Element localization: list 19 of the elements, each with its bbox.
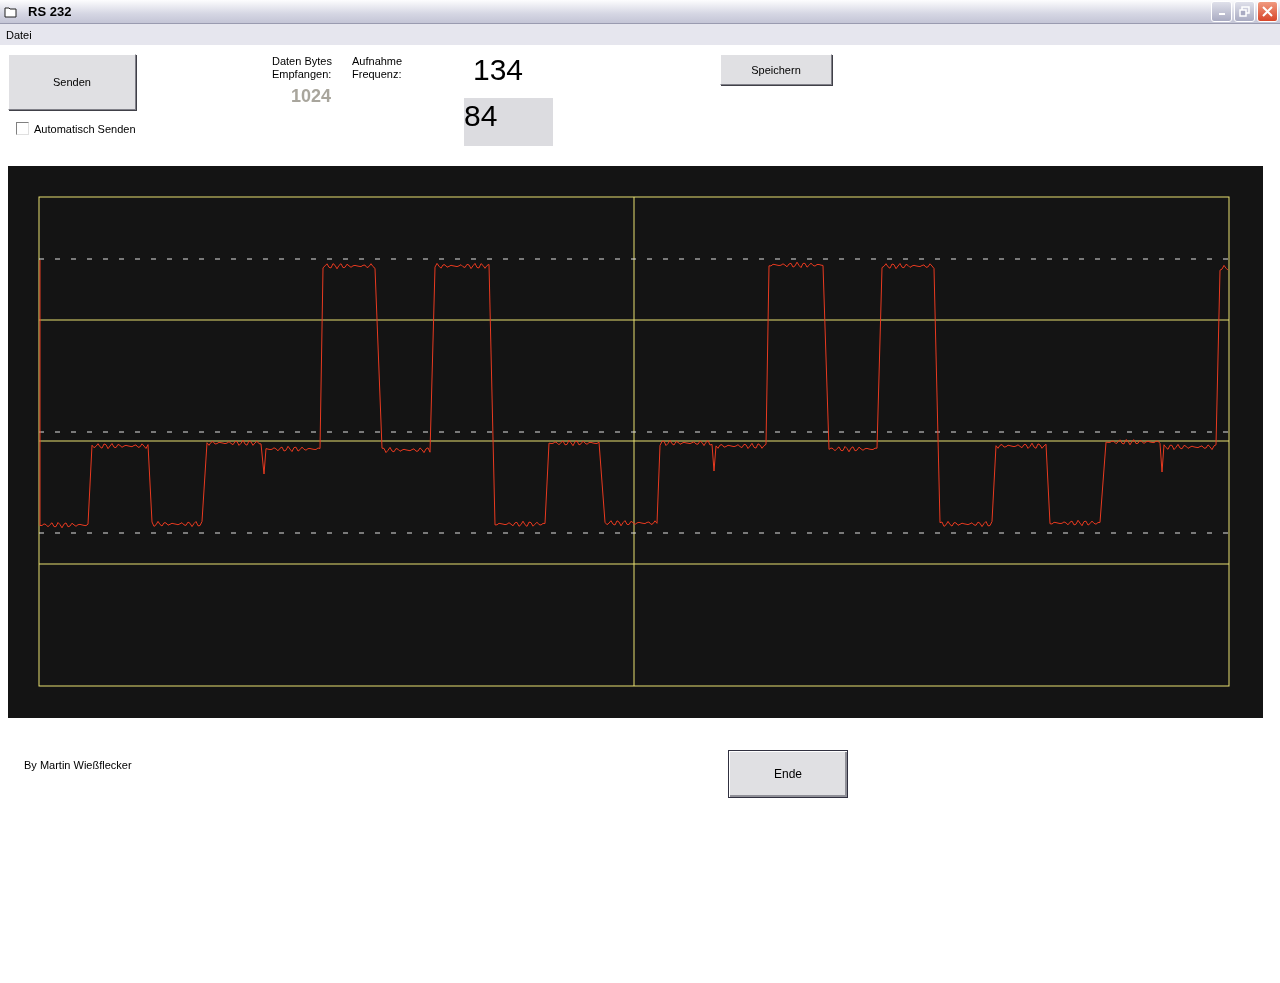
- close-button[interactable]: [1257, 1, 1278, 22]
- send-button[interactable]: Senden: [8, 54, 136, 110]
- restore-icon: [1239, 6, 1250, 17]
- frequency-input[interactable]: 84: [464, 98, 553, 146]
- checkbox-label: Automatisch Senden: [34, 122, 136, 135]
- bytes-value: 1024: [291, 86, 333, 107]
- frequency-value: 134: [473, 54, 524, 86]
- window-title: RS 232: [28, 4, 72, 19]
- close-icon: [1262, 6, 1273, 17]
- menu-item[interactable]: Datei: [5, 28, 33, 41]
- author-text: By Martin Wießflecker: [24, 759, 132, 771]
- bytes-label: Daten Bytes Empfangen:: [272, 55, 333, 81]
- checkbox[interactable]: [16, 122, 29, 135]
- restore-button[interactable]: [1234, 1, 1255, 22]
- end-button[interactable]: Ende: [728, 750, 848, 798]
- frequency-label: Aufnahme Frequenz:: [352, 55, 404, 81]
- save-button[interactable]: Speichern: [720, 54, 832, 85]
- window-icon: [4, 5, 18, 18]
- minimize-button[interactable]: [1211, 1, 1232, 22]
